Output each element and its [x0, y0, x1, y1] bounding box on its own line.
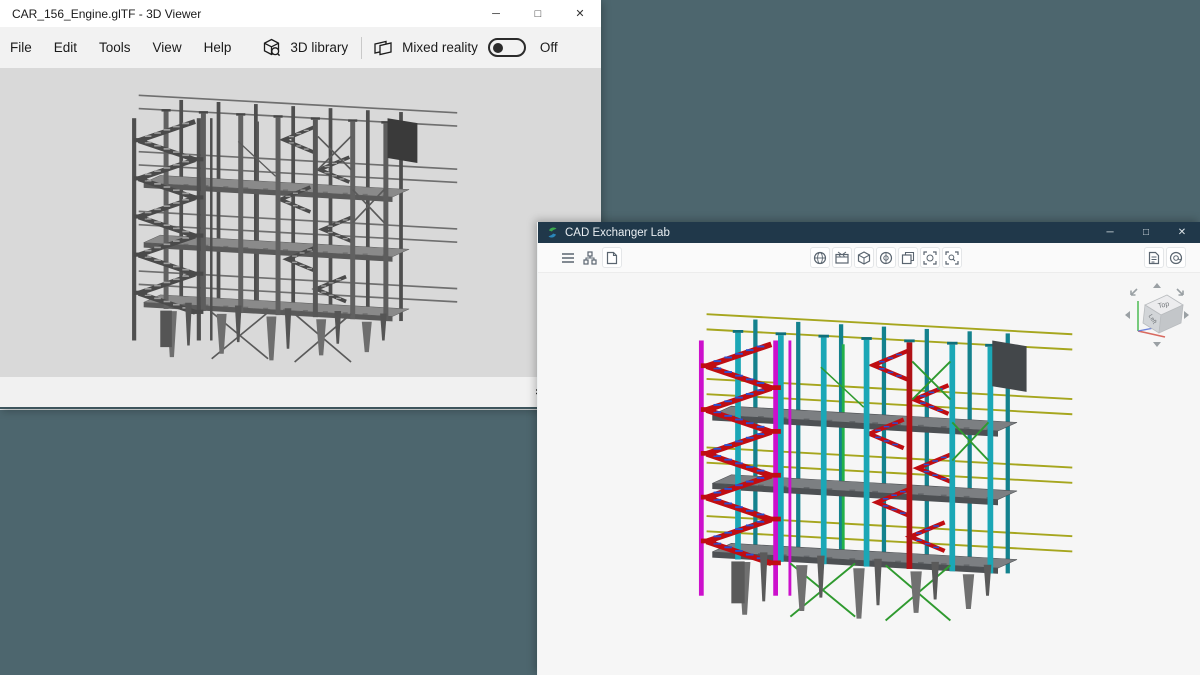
cad-titlebar[interactable]: CAD Exchanger Lab ─ □ ✕: [538, 222, 1200, 243]
viewer-window: CAR_156_Engine.glTF - 3D Viewer ─ □ ✕ Fi…: [0, 0, 601, 409]
menu-file[interactable]: File: [0, 27, 43, 68]
shaded-view-icon[interactable]: [810, 247, 830, 268]
gray-structure-model[interactable]: [112, 90, 464, 372]
toolbar-right-group: [1144, 247, 1186, 268]
colored-structure-model[interactable]: [678, 308, 1078, 632]
navigation-cube[interactable]: Top Left: [1121, 279, 1193, 351]
maximize-button[interactable]: □: [517, 0, 559, 27]
menu-help[interactable]: Help: [193, 27, 243, 68]
toggle-knob: [493, 43, 503, 53]
menu-view[interactable]: View: [142, 27, 193, 68]
about-icon[interactable]: [1166, 247, 1186, 268]
menu-separator: [361, 37, 362, 59]
copy-view-icon[interactable]: [898, 247, 918, 268]
nav-arrow-upleft[interactable]: [1131, 289, 1137, 295]
cad-exchanger-window: CAD Exchanger Lab ─ □ ✕: [537, 222, 1200, 675]
minimize-button[interactable]: ─: [475, 0, 517, 27]
shaded-edges-icon[interactable]: [876, 247, 896, 268]
cad-toolbar: [538, 243, 1200, 273]
nav-arrow-upright[interactable]: [1177, 289, 1183, 295]
scene-tree-icon[interactable]: [580, 247, 600, 268]
menu-edit[interactable]: Edit: [43, 27, 88, 68]
mixed-reality-toggle[interactable]: [488, 38, 526, 57]
close-button[interactable]: ✕: [1164, 222, 1200, 243]
nav-arrow-right[interactable]: [1184, 311, 1189, 319]
menu-3d-library[interactable]: 3D library: [262, 27, 348, 68]
close-button[interactable]: ✕: [559, 0, 601, 27]
cad-window-title: CAD Exchanger Lab: [559, 227, 1092, 239]
mixed-reality-group: Mixed reality Off: [373, 27, 558, 68]
nav-arrow-down[interactable]: [1153, 342, 1161, 347]
cad-window-controls: ─ □ ✕: [1092, 222, 1200, 243]
animation-icon[interactable]: [832, 247, 852, 268]
viewer-window-controls: ─ □ ✕: [475, 0, 601, 27]
minimize-button[interactable]: ─: [1092, 222, 1128, 243]
mixed-reality-state: Off: [540, 40, 558, 55]
viewer-bottombar: [0, 377, 601, 407]
menu-3d-library-label: 3D library: [290, 40, 348, 55]
nav-arrow-up[interactable]: [1153, 283, 1161, 288]
cad-exchanger-logo-icon: [546, 226, 559, 239]
report-icon[interactable]: [1144, 247, 1164, 268]
maximize-button[interactable]: □: [1128, 222, 1164, 243]
zoom-selection-icon[interactable]: [942, 247, 962, 268]
toolbar-center-group: [810, 247, 962, 268]
mixed-reality-label: Mixed reality: [402, 40, 478, 55]
fit-all-icon[interactable]: [920, 247, 940, 268]
cad-3d-viewport[interactable]: Top Left: [538, 273, 1200, 675]
viewer-titlebar[interactable]: CAR_156_Engine.glTF - 3D Viewer ─ □ ✕: [0, 0, 601, 27]
mixed-reality-icon: [373, 39, 393, 56]
viewer-menubar: File Edit Tools View Help 3D library: [0, 27, 601, 68]
solid-box-icon[interactable]: [854, 247, 874, 268]
toolbar-left-group: [558, 247, 622, 268]
desktop: CAR_156_Engine.glTF - 3D Viewer ─ □ ✕ Fi…: [0, 0, 1200, 675]
nav-arrow-left[interactable]: [1125, 311, 1130, 319]
main-menu-icon[interactable]: [558, 247, 578, 268]
viewer-3d-viewport[interactable]: [0, 68, 601, 377]
viewer-window-title: CAR_156_Engine.glTF - 3D Viewer: [0, 7, 475, 21]
new-document-icon[interactable]: [602, 247, 622, 268]
background-window-edge: [0, 409, 537, 675]
menu-tools[interactable]: Tools: [88, 27, 142, 68]
cube-library-icon: [262, 38, 281, 57]
